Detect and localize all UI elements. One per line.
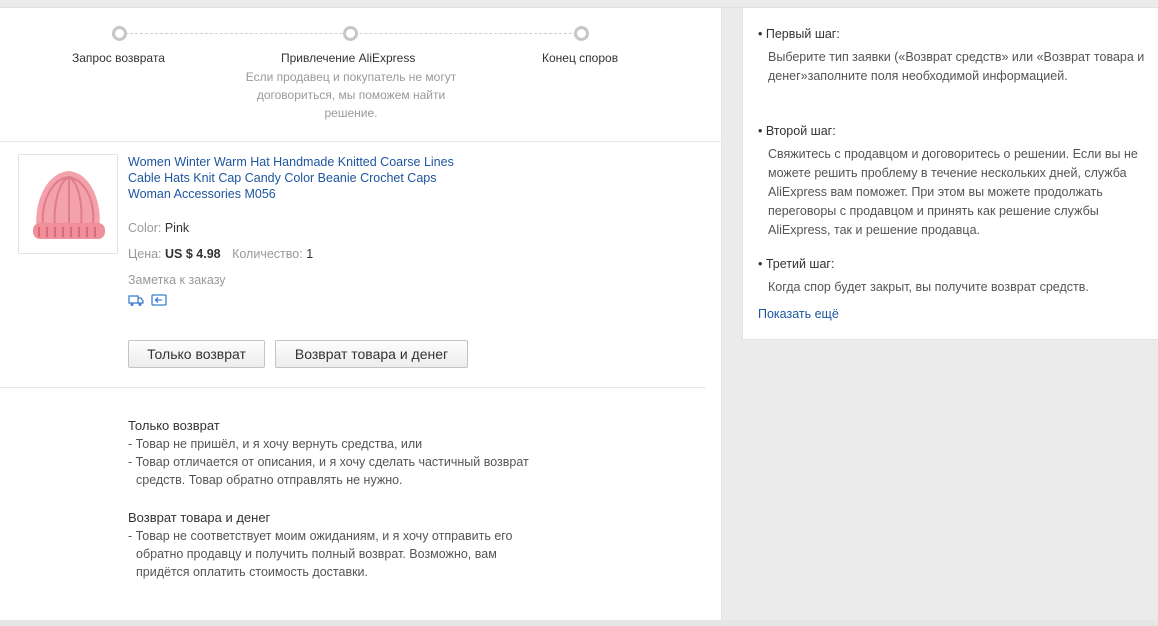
order-note: Заметка к заказу xyxy=(128,273,226,287)
return-refund-line-2: обратно продавцу и получить полный возвр… xyxy=(136,547,497,561)
qty-label: Количество: xyxy=(232,247,303,261)
return-arrow-icon[interactable] xyxy=(151,293,167,307)
product-color: Color: Pink xyxy=(128,221,189,235)
refund-only-line-2: - Товар отличается от описания, и я хочу… xyxy=(128,455,529,469)
price-value: US $ 4.98 xyxy=(165,247,221,261)
return-refund-line-1: - Товар не соответствует моим ожиданиям,… xyxy=(128,529,513,543)
return-refund-explanation: Возврат товара и денег - Товар не соотве… xyxy=(128,509,598,581)
knitted-hat-image xyxy=(33,171,105,239)
return-refund-line-3: придётся оплатить стоимость доставки. xyxy=(136,565,369,579)
sidebar-step-2-title: • Второй шаг: xyxy=(758,124,836,138)
price-label: Цена: xyxy=(128,247,162,261)
return-and-refund-button[interactable]: Возврат товара и денег xyxy=(275,340,468,368)
color-value: Pink xyxy=(164,221,190,235)
product-title-link[interactable]: Women Winter Warm Hat Handmade Knitted C… xyxy=(128,154,458,202)
show-more-link[interactable]: Показать ещё xyxy=(758,307,839,321)
progress-dot-3 xyxy=(574,26,589,41)
color-label: Color: xyxy=(128,221,162,235)
refund-only-line-3: средств. Товар обратно отправлять не нуж… xyxy=(136,473,403,487)
step-label-2: Привлечение AliExpress xyxy=(281,51,416,65)
bottom-strip xyxy=(0,620,1158,626)
refund-only-explanation: Только возврат - Товар не пришёл, и я хо… xyxy=(128,417,598,489)
sidebar-step-1-text: Выберите тип заявки («Возврат средств» и… xyxy=(768,50,1145,83)
top-strip xyxy=(0,0,1158,8)
sidebar-step-1-title: • Первый шаг: xyxy=(758,27,840,41)
product-price-qty: Цена: US $ 4.98 Количество: 1 xyxy=(128,247,313,261)
qty-value: 1 xyxy=(306,247,314,261)
step-label-1: Запрос возврата xyxy=(72,51,165,65)
sidebar-step-3-title: • Третий шаг: xyxy=(758,257,835,271)
return-refund-heading: Возврат товара и денег xyxy=(128,510,271,525)
section-divider xyxy=(0,387,706,388)
shipping-truck-icon[interactable] xyxy=(128,293,144,307)
product-image[interactable] xyxy=(18,154,118,254)
product-icons xyxy=(128,293,167,307)
step-description-2: Если продавец и покупатель не могут дого… xyxy=(245,70,457,120)
refund-only-button[interactable]: Только возврат xyxy=(128,340,265,368)
refund-only-line-1: - Товар не пришёл, и я хочу вернуть сред… xyxy=(128,437,423,451)
progress-tracker: Запрос возврата Привлечение AliExpress К… xyxy=(0,8,722,142)
progress-dot-2 xyxy=(343,26,358,41)
sidebar-step-2-text: Свяжитесь с продавцом и договоритесь о р… xyxy=(768,147,1138,237)
progress-dot-1 xyxy=(112,26,127,41)
sidebar-step-3-text: Когда спор будет закрыт, вы получите воз… xyxy=(768,280,1089,294)
step-label-3: Конец споров xyxy=(542,51,619,65)
refund-only-heading: Только возврат xyxy=(128,418,220,433)
